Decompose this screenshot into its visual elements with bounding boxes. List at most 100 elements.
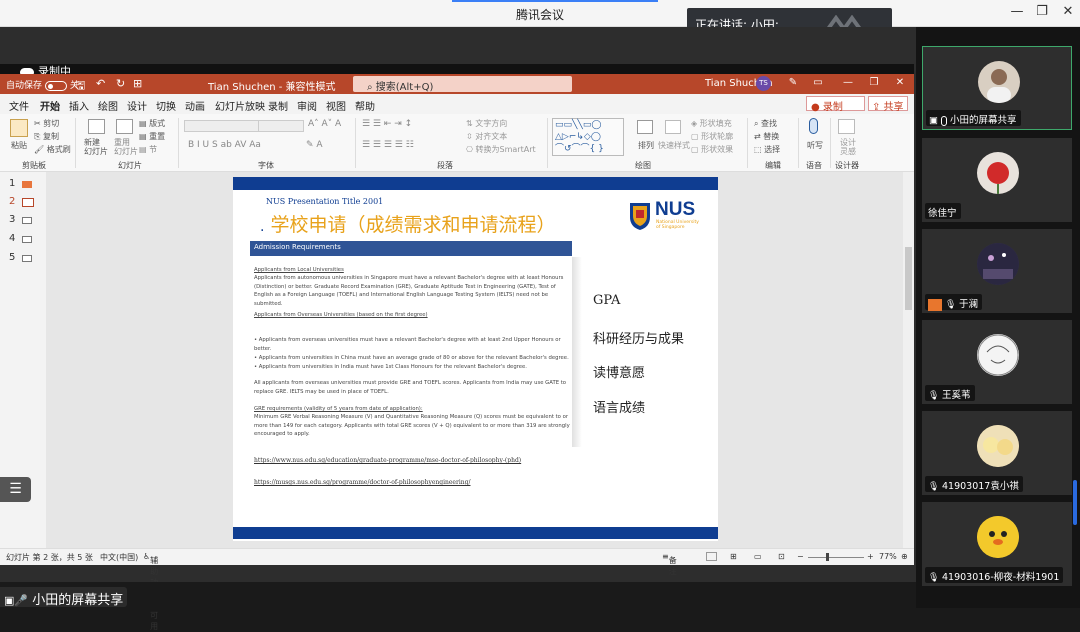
- notes-button[interactable]: ≡ 备注: [662, 552, 677, 576]
- normal-view-icon[interactable]: [706, 552, 717, 561]
- font-style-buttons[interactable]: B I U S ab AV Aa: [188, 140, 261, 150]
- slide-thumbnail[interactable]: [22, 217, 32, 224]
- zoom-in-icon[interactable]: +: [867, 552, 874, 561]
- slide-thumbnail-active[interactable]: [22, 198, 34, 207]
- redo-icon[interactable]: ↻: [116, 77, 125, 90]
- tab-design[interactable]: 设计: [127, 98, 147, 113]
- quick-styles-label[interactable]: 快速样式: [658, 140, 690, 151]
- zoom-slider-thumb[interactable]: [826, 553, 829, 561]
- scrollbar-thumb[interactable]: [905, 247, 912, 310]
- language-status[interactable]: 中文(中国): [100, 552, 138, 563]
- pen-icon[interactable]: ✎: [785, 77, 801, 88]
- participant-name: 🎙 于澜: [925, 294, 983, 311]
- ribbon-display-icon[interactable]: ▭: [810, 77, 826, 88]
- participant-tile[interactable]: 徐佳宁: [922, 138, 1072, 222]
- shape-effects-button[interactable]: ▢ 形状效果: [691, 144, 733, 155]
- accessibility-status[interactable]: ♿ 辅助功能: 不可用: [143, 552, 161, 631]
- participant-tile[interactable]: 🎙 王奚苇: [922, 320, 1072, 404]
- list-buttons[interactable]: ☰ ☰ ⇤ ⇥ ↕: [362, 119, 412, 129]
- paste-icon[interactable]: [10, 119, 28, 137]
- cut-button[interactable]: ✂ 剪切: [34, 118, 59, 129]
- clear-format-icon[interactable]: A: [335, 119, 341, 129]
- dictate-label[interactable]: 听写: [807, 140, 823, 151]
- user-avatar[interactable]: TS: [756, 76, 771, 91]
- participant-tile[interactable]: ▣ 小田的屏幕共享: [922, 46, 1072, 130]
- close-icon[interactable]: ✕: [1058, 4, 1078, 19]
- autosave-toggle[interactable]: 自动保存 关: [6, 78, 79, 91]
- slide-thumbnail[interactable]: [22, 255, 32, 262]
- slide-sorter-icon[interactable]: ⊞: [730, 552, 737, 561]
- title-accent-line: [452, 0, 658, 2]
- tab-insert[interactable]: 插入: [69, 98, 89, 113]
- tab-slideshow[interactable]: 幻灯片放映: [215, 98, 265, 113]
- find-button[interactable]: ⌕ 查找: [754, 118, 777, 129]
- section-button[interactable]: ▤ 节: [139, 144, 157, 155]
- slideshow-icon[interactable]: ⊡: [778, 552, 785, 561]
- format-painter-button[interactable]: 🖌 格式刷: [34, 144, 71, 155]
- tab-file[interactable]: 文件: [9, 98, 29, 113]
- tab-animations[interactable]: 动画: [185, 98, 205, 113]
- reuse-slide-icon[interactable]: [116, 119, 133, 134]
- restore-icon[interactable]: ❐: [1032, 4, 1052, 19]
- ppt-minimize-icon[interactable]: —: [840, 77, 856, 88]
- new-slide-icon[interactable]: [88, 119, 105, 134]
- arrange-icon[interactable]: [637, 120, 653, 134]
- zoom-slider[interactable]: [808, 557, 864, 558]
- font-size-dropdown[interactable]: [258, 120, 304, 132]
- participant-scrollbar[interactable]: [1073, 480, 1077, 525]
- arrange-label[interactable]: 排列: [638, 140, 654, 151]
- list-toggle-icon[interactable]: ☰: [0, 477, 31, 502]
- reading-view-icon[interactable]: ▭: [754, 552, 762, 561]
- design-ideas-icon[interactable]: [838, 119, 855, 134]
- toggle-switch[interactable]: [45, 80, 68, 91]
- shape-fill-button[interactable]: ◈ 形状填充: [691, 118, 732, 129]
- share-button[interactable]: ⇪ 共享: [868, 96, 908, 113]
- slide-thumbnail[interactable]: [22, 236, 32, 243]
- quick-styles-icon[interactable]: [665, 120, 681, 134]
- text-direction-button[interactable]: ⇅ 文字方向: [466, 118, 507, 129]
- copy-button[interactable]: ⎘ 复制: [34, 131, 59, 142]
- align-buttons[interactable]: ☰ ☰ ☰ ☰ ☷: [362, 140, 414, 150]
- layout-button[interactable]: ▤ 版式: [139, 118, 165, 129]
- program-link-1[interactable]: https://www.nus.edu.sg/education/graduat…: [254, 457, 521, 464]
- tab-transitions[interactable]: 切换: [156, 98, 176, 113]
- shapes-gallery[interactable]: ▭▭╲╲▭◯ △▷⌐↳◇◯ ⌒↺⌒⌒{ }: [552, 118, 624, 156]
- program-link-2[interactable]: https://musgs.nus.edu.sg/programme/docto…: [254, 479, 470, 486]
- font-grow-icon[interactable]: A˄ A˅: [308, 119, 332, 129]
- dictate-icon[interactable]: [809, 118, 818, 134]
- tab-help[interactable]: 帮助: [355, 98, 375, 113]
- reuse-slide-label[interactable]: 重用 幻灯片: [114, 138, 138, 156]
- screen-share-label: ▣🎤 小田的屏幕共享: [0, 587, 128, 608]
- slide-thumbnail[interactable]: [22, 181, 32, 188]
- participant-name: 🎙 王奚苇: [925, 385, 975, 401]
- shape-outline-button[interactable]: ▢ 形状轮廓: [691, 131, 733, 142]
- undo-icon[interactable]: ↶: [96, 77, 105, 90]
- participant-tile[interactable]: 🎙 41903016-柳夜-材料1901: [922, 502, 1072, 586]
- minimize-icon[interactable]: —: [1007, 4, 1027, 19]
- vertical-scrollbar[interactable]: [903, 172, 914, 550]
- design-ideas-label[interactable]: 设计 灵感: [840, 138, 856, 156]
- new-slide-label[interactable]: 新建 幻灯片: [84, 138, 108, 156]
- ppt-restore-icon[interactable]: ❐: [866, 77, 882, 88]
- slide[interactable]: NUS Presentation Title 2001 . 学校申请（成绩需求和…: [233, 177, 718, 541]
- highlight-icon[interactable]: ✎ A: [306, 140, 323, 150]
- tab-view[interactable]: 视图: [326, 98, 346, 113]
- present-icon[interactable]: ⊞: [133, 77, 142, 90]
- select-button[interactable]: ⬚ 选择: [754, 144, 780, 155]
- ppt-close-icon[interactable]: ✕: [892, 77, 908, 88]
- align-text-button[interactable]: ⇳ 对齐文本: [466, 131, 507, 142]
- tab-record[interactable]: 录制: [268, 98, 288, 113]
- tab-draw[interactable]: 绘图: [98, 98, 118, 113]
- search-box[interactable]: ⌕ 搜索(Alt+Q): [353, 76, 572, 93]
- smartart-button[interactable]: ⎔ 转换为SmartArt: [466, 144, 536, 155]
- zoom-level[interactable]: 77%: [879, 552, 897, 561]
- participant-tile[interactable]: 🎙 于澜: [922, 229, 1072, 313]
- record-button[interactable]: ● 录制: [806, 96, 865, 113]
- replace-button[interactable]: ⇄ 替换: [754, 131, 779, 142]
- fit-slide-icon[interactable]: ⊕: [901, 552, 908, 561]
- paste-label[interactable]: 粘贴: [11, 140, 27, 151]
- participant-tile[interactable]: 🎙 41903017袁小祺: [922, 411, 1072, 495]
- zoom-out-icon[interactable]: −: [797, 552, 804, 561]
- tab-review[interactable]: 审阅: [297, 98, 317, 113]
- reset-button[interactable]: ▤ 重置: [139, 131, 165, 142]
